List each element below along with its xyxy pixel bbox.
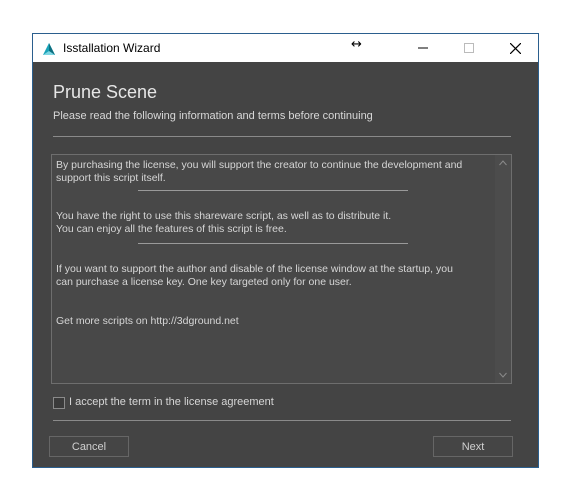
installation-wizard-window: Isstallation Wizard ↔ Prune Scene Please… bbox=[32, 33, 539, 468]
window-title: Isstallation Wizard bbox=[63, 41, 161, 55]
cancel-button[interactable]: Cancel bbox=[49, 436, 129, 457]
title-bar[interactable]: Isstallation Wizard ↔ bbox=[33, 34, 538, 62]
wizard-content: Prune Scene Please read the following in… bbox=[37, 66, 534, 465]
license-text-area[interactable]: By purchasing the license, you will supp… bbox=[51, 154, 512, 384]
accept-terms-label[interactable]: I accept the term in the license agreeme… bbox=[69, 396, 274, 408]
scroll-down-icon bbox=[499, 372, 507, 378]
next-button[interactable]: Next bbox=[433, 436, 513, 457]
license-separator bbox=[138, 243, 408, 244]
close-button[interactable] bbox=[492, 34, 538, 62]
resize-cursor-icon: ↔ bbox=[351, 37, 362, 52]
scroll-down-button[interactable] bbox=[495, 367, 511, 383]
header-divider bbox=[53, 136, 511, 137]
minimize-icon bbox=[418, 47, 428, 49]
scroll-up-button[interactable] bbox=[495, 155, 511, 171]
app-3d-icon bbox=[41, 41, 57, 57]
accept-terms-checkbox[interactable] bbox=[53, 397, 65, 409]
minimize-button[interactable] bbox=[400, 34, 446, 62]
maximize-icon bbox=[464, 43, 474, 53]
maximize-button[interactable] bbox=[446, 34, 492, 62]
page-title: Prune Scene bbox=[53, 82, 158, 102]
license-line: support this script itself. bbox=[56, 172, 166, 184]
license-line: You have the right to use this shareware… bbox=[56, 210, 392, 222]
license-line: If you want to support the author and di… bbox=[56, 263, 453, 275]
license-separator bbox=[138, 190, 408, 191]
license-line: Get more scripts on http://3dground.net bbox=[56, 315, 239, 327]
license-line: can purchase a license key. One key targ… bbox=[56, 276, 352, 288]
close-icon bbox=[509, 42, 521, 54]
license-line: You can enjoy all the features of this s… bbox=[56, 223, 287, 235]
vertical-scrollbar[interactable] bbox=[495, 155, 511, 383]
license-line: By purchasing the license, you will supp… bbox=[56, 159, 463, 171]
page-subtitle: Please read the following information an… bbox=[53, 110, 373, 122]
footer-divider bbox=[53, 420, 511, 421]
scroll-up-icon bbox=[499, 160, 507, 166]
